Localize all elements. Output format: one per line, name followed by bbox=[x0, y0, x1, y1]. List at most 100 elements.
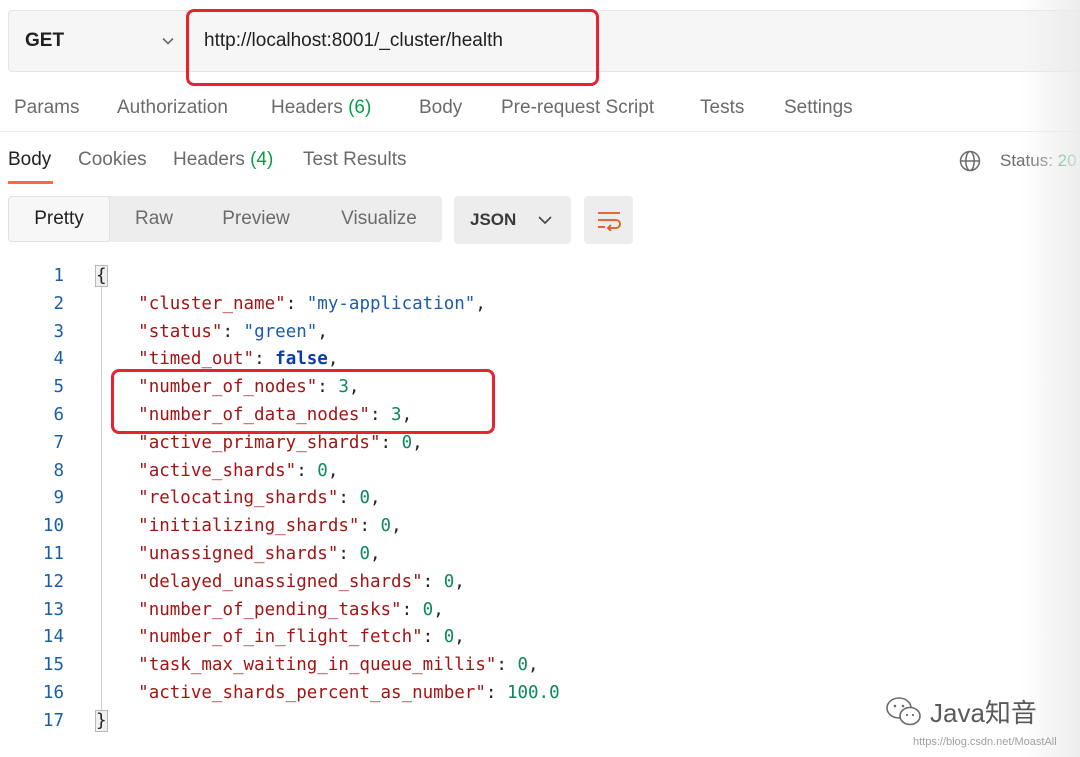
chevron-down-icon bbox=[162, 37, 174, 45]
tab-settings[interactable]: Settings bbox=[784, 97, 853, 119]
request-bar: GET http://localhost:8001/_cluster/healt… bbox=[8, 10, 1080, 72]
code-text: "cluster_name": "my-application", bbox=[138, 293, 486, 314]
json-brace: { bbox=[95, 265, 108, 287]
chevron-down-icon bbox=[538, 216, 552, 225]
json-value: 0 bbox=[401, 432, 413, 453]
url-input[interactable]: http://localhost:8001/_cluster/health bbox=[187, 11, 1080, 71]
tab-tests[interactable]: Tests bbox=[700, 97, 744, 119]
tab-cookies[interactable]: Cookies bbox=[78, 149, 147, 171]
code-text: } bbox=[95, 707, 108, 735]
tab-authorization[interactable]: Authorization bbox=[117, 97, 228, 119]
code-text: "task_max_waiting_in_queue_millis": 0, bbox=[138, 655, 539, 676]
json-value: false bbox=[275, 349, 328, 370]
json-key: active_shards bbox=[148, 460, 286, 481]
json-key: active_shards_percent_as_number bbox=[148, 683, 476, 703]
line-number: 11 bbox=[42, 544, 64, 564]
line-number: 9 bbox=[53, 488, 64, 509]
line-number: 4 bbox=[53, 349, 64, 370]
json-brace: } bbox=[95, 709, 108, 732]
code-line: 13 "number_of_pending_tasks": 0, bbox=[0, 596, 900, 624]
json-key: number_of_in_flight_fetch bbox=[148, 627, 413, 648]
json-key: unassigned_shards bbox=[148, 544, 328, 564]
method-label: GET bbox=[25, 30, 65, 51]
json-value: 3 bbox=[338, 377, 349, 398]
tab-body[interactable]: Body bbox=[419, 97, 462, 119]
json-key: status bbox=[148, 321, 212, 342]
code-line: 4 "timed_out": false, bbox=[0, 345, 900, 373]
code-line: 15 "task_max_waiting_in_queue_millis": 0… bbox=[0, 651, 900, 679]
code-line: 14 "number_of_in_flight_fetch": 0, bbox=[0, 623, 900, 651]
code-line: 17} bbox=[0, 707, 900, 735]
json-key: timed_out bbox=[148, 349, 244, 370]
json-key: initializing_shards bbox=[148, 516, 349, 537]
line-number: 15 bbox=[42, 655, 64, 676]
code-line: 8 "active_shards": 0, bbox=[0, 457, 900, 485]
json-value: 0 bbox=[380, 516, 392, 537]
code-text: "initializing_shards": 0, bbox=[138, 516, 402, 537]
line-number: 6 bbox=[53, 405, 64, 425]
wrap-lines-button[interactable] bbox=[584, 196, 633, 244]
view-pretty-button[interactable]: Pretty bbox=[8, 196, 110, 242]
json-value: "my-application" bbox=[306, 293, 476, 314]
tab-response-body[interactable]: Body bbox=[8, 149, 51, 171]
watermark-url: https://blog.csdn.net/MoastAll bbox=[913, 736, 1057, 748]
code-line: 5 "number_of_nodes": 3, bbox=[0, 373, 900, 401]
json-value: "green" bbox=[243, 321, 318, 342]
code-text: "active_shards_percent_as_number": 100.0 bbox=[138, 683, 560, 703]
line-number: 2 bbox=[53, 293, 64, 314]
line-number: 16 bbox=[42, 683, 64, 703]
json-value: 0 bbox=[443, 627, 455, 648]
wechat-icon bbox=[886, 696, 921, 725]
wrap-lines-icon bbox=[597, 212, 621, 231]
code-line: 16 "active_shards_percent_as_number": 10… bbox=[0, 679, 900, 707]
tab-pre-request-script[interactable]: Pre-request Script bbox=[501, 97, 654, 119]
json-value: 3 bbox=[391, 405, 402, 425]
line-number: 3 bbox=[53, 321, 64, 342]
line-number: 7 bbox=[53, 432, 64, 453]
tab-headers[interactable]: Headers (6) bbox=[271, 97, 371, 119]
code-text: "timed_out": false, bbox=[138, 349, 339, 370]
line-number: 14 bbox=[42, 627, 64, 648]
status-label: Status: bbox=[1000, 151, 1053, 170]
code-text: "relocating_shards": 0, bbox=[138, 488, 381, 509]
code-line: 7 "active_primary_shards": 0, bbox=[0, 429, 900, 457]
line-number: 10 bbox=[42, 516, 64, 537]
code-text: "delayed_unassigned_shards": 0, bbox=[138, 571, 465, 592]
json-value: 0 bbox=[517, 655, 529, 676]
code-text: "unassigned_shards": 0, bbox=[138, 544, 381, 564]
code-line: 11 "unassigned_shards": 0, bbox=[0, 540, 900, 568]
response-tabs: Body Cookies Headers (4) Test Results bbox=[0, 134, 1080, 186]
code-text: "active_primary_shards": 0, bbox=[138, 432, 423, 453]
view-visualize-button[interactable]: Visualize bbox=[324, 196, 434, 242]
watermark-text: Java知音 bbox=[930, 698, 1037, 728]
json-key: delayed_unassigned_shards bbox=[148, 571, 413, 592]
view-preview-button[interactable]: Preview bbox=[204, 196, 308, 242]
json-value: 0 bbox=[359, 544, 370, 564]
code-text: "number_of_nodes": 3, bbox=[138, 377, 360, 398]
json-key: cluster_name bbox=[148, 293, 276, 314]
line-number: 17 bbox=[42, 710, 64, 731]
code-line: 1{ bbox=[0, 262, 900, 290]
json-key: active_primary_shards bbox=[148, 432, 370, 453]
response-headers-count: (4) bbox=[250, 149, 274, 170]
view-raw-button[interactable]: Raw bbox=[118, 196, 190, 242]
request-tabs: Params Authorization Headers (6) Body Pr… bbox=[0, 84, 1080, 132]
tab-test-results[interactable]: Test Results bbox=[303, 149, 406, 171]
line-number: 13 bbox=[42, 599, 64, 620]
method-select[interactable]: GET bbox=[9, 11, 187, 71]
json-key: task_max_waiting_in_queue_millis bbox=[148, 655, 486, 676]
code-line: 12 "delayed_unassigned_shards": 0, bbox=[0, 568, 900, 596]
line-number: 5 bbox=[53, 377, 64, 398]
code-text: "number_of_pending_tasks": 0, bbox=[138, 599, 444, 620]
code-line: 10 "initializing_shards": 0, bbox=[0, 512, 900, 540]
line-number: 8 bbox=[53, 460, 64, 481]
tab-response-headers[interactable]: Headers (4) bbox=[173, 149, 273, 171]
code-text: "number_of_data_nodes": 3, bbox=[138, 405, 413, 425]
status-value: 20 bbox=[1057, 151, 1077, 170]
watermark: Java知音 bbox=[884, 693, 1037, 730]
format-select[interactable]: JSON bbox=[454, 196, 571, 244]
code-text: "active_shards": 0, bbox=[138, 460, 339, 481]
globe-icon[interactable] bbox=[958, 149, 982, 173]
tab-params[interactable]: Params bbox=[14, 97, 79, 119]
json-value: 0 bbox=[443, 571, 455, 592]
